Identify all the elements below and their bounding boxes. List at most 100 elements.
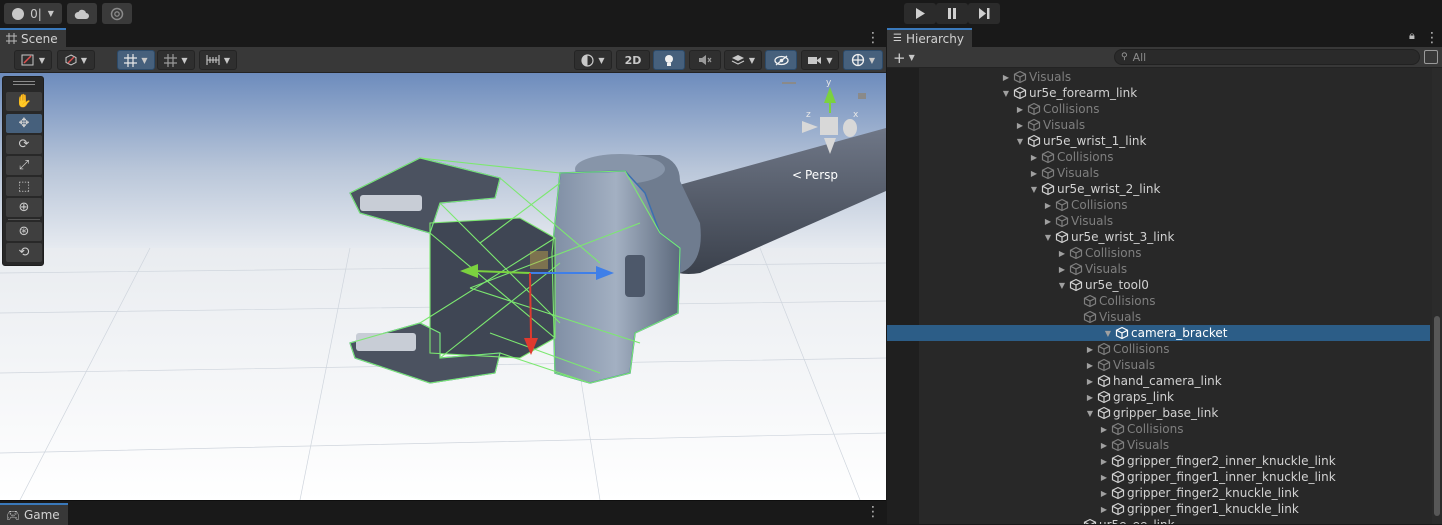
hierarchy-search-input[interactable]: ⚲ All xyxy=(1114,49,1420,65)
cloud-button[interactable] xyxy=(67,3,97,24)
shading-dropdown[interactable]: ▼ xyxy=(57,50,95,70)
hierarchy-row[interactable]: ▶ Visuals xyxy=(919,117,1430,133)
expand-right-icon[interactable]: ▶ xyxy=(1013,105,1027,114)
expand-right-icon[interactable]: ▶ xyxy=(1083,393,1097,402)
hierarchy-row[interactable]: ▶ Collisions xyxy=(919,245,1430,261)
camera-settings-dropdown[interactable]: ▼ xyxy=(801,50,839,70)
expand-right-icon[interactable]: ▶ xyxy=(1027,169,1041,178)
expand-right-icon[interactable]: ▶ xyxy=(1097,473,1111,482)
hierarchy-row[interactable]: ▶ Collisions xyxy=(919,101,1430,117)
expand-right-icon[interactable]: ▶ xyxy=(999,73,1013,82)
scene-viewport[interactable]: y x z Persp < xyxy=(0,73,886,500)
hierarchy-scroll-thumb[interactable] xyxy=(1434,316,1440,516)
move-tool-button[interactable]: ✥ xyxy=(6,114,42,133)
expand-right-icon[interactable]: ▶ xyxy=(1097,457,1111,466)
expand-right-icon[interactable]: ▶ xyxy=(1083,345,1097,354)
hierarchy-row[interactable]: ▼ ur5e_forearm_link xyxy=(919,85,1430,101)
expand-right-icon[interactable]: ▶ xyxy=(1055,249,1069,258)
expand-down-icon[interactable]: ▼ xyxy=(1041,233,1055,242)
hierarchy-row[interactable]: ▼ ur5e_wrist_3_link xyxy=(919,229,1430,245)
expand-down-icon[interactable]: ▼ xyxy=(1027,185,1041,194)
rect-tool-button[interactable]: ⬚ xyxy=(6,177,42,196)
grid-visibility-dropdown[interactable]: ▼ xyxy=(157,50,195,70)
effects-dropdown[interactable]: ▼ xyxy=(724,50,762,70)
hierarchy-row[interactable]: ▼ ur5e_wrist_1_link xyxy=(919,133,1430,149)
hierarchy-row[interactable]: ▶ gripper_finger1_knuckle_link xyxy=(919,501,1430,517)
expand-down-icon[interactable]: ▼ xyxy=(1101,329,1115,338)
hierarchy-row[interactable]: ▼ ur5e_wrist_2_link xyxy=(919,181,1430,197)
lock-icon[interactable]: 🔒︎ xyxy=(1409,30,1415,41)
custom-tool-b-button[interactable]: ⟲ xyxy=(6,243,42,262)
hidden-objects-toggle[interactable] xyxy=(765,50,797,70)
tab-scene[interactable]: Scene xyxy=(0,28,66,47)
hierarchy-row[interactable]: ▶ Visuals xyxy=(919,213,1430,229)
gameobject-cube-icon xyxy=(1083,310,1097,324)
hierarchy-row[interactable]: ▶ Visuals xyxy=(919,165,1430,181)
palette-drag-handle[interactable] xyxy=(13,81,35,85)
expand-right-icon[interactable]: ▶ xyxy=(1083,377,1097,386)
account-dropdown[interactable]: 0| ▼ xyxy=(4,3,62,24)
expand-right-icon[interactable]: ▶ xyxy=(1083,361,1097,370)
hierarchy-row[interactable]: ▶ gripper_finger1_inner_knuckle_link xyxy=(919,469,1430,485)
hierarchy-row[interactable]: ▶ Collisions xyxy=(919,149,1430,165)
hierarchy-row-selected[interactable]: ▼ camera_bracket xyxy=(887,325,1430,341)
hierarchy-row[interactable]: ▼ ur5e_tool0 xyxy=(919,277,1430,293)
lighting-toggle[interactable] xyxy=(653,50,685,70)
expand-right-icon[interactable]: ▶ xyxy=(1027,153,1041,162)
create-button[interactable]: + ▼ xyxy=(893,49,919,67)
hierarchy-menu-icon[interactable]: ⋮ xyxy=(1425,31,1439,45)
play-button[interactable] xyxy=(904,3,936,24)
expand-down-icon[interactable]: ▼ xyxy=(1055,281,1069,290)
rotate-tool-button[interactable]: ⟳ xyxy=(6,135,42,154)
tab-game[interactable]: 🎮︎ Game xyxy=(0,503,68,525)
hand-tool-button[interactable]: ✋ xyxy=(6,92,42,111)
expand-right-icon[interactable]: ▶ xyxy=(1013,121,1027,130)
gizmo-menu-handle[interactable] xyxy=(782,82,796,84)
hierarchy-row[interactable]: ▶ gripper_finger2_inner_knuckle_link xyxy=(919,453,1430,469)
expand-right-icon[interactable]: ▶ xyxy=(1055,265,1069,274)
expand-right-icon[interactable]: ▶ xyxy=(1097,425,1111,434)
hierarchy-row[interactable]: ur5e_ee_link xyxy=(919,517,1430,524)
view-mode-label[interactable]: Persp xyxy=(805,168,838,182)
pause-button[interactable] xyxy=(936,3,968,24)
scene-menu-icon[interactable]: ⋮ xyxy=(866,31,880,45)
hierarchy-row[interactable]: ▶ Visuals xyxy=(919,437,1430,453)
expand-down-icon[interactable]: ▼ xyxy=(1083,409,1097,418)
hierarchy-row[interactable]: ▶ gripper_finger2_knuckle_link xyxy=(919,485,1430,501)
hierarchy-row[interactable]: ▶ Collisions xyxy=(919,421,1430,437)
increment-snap-dropdown[interactable]: ▼ xyxy=(199,50,237,70)
hierarchy-row[interactable]: ▶ Visuals xyxy=(919,69,1430,85)
expand-right-icon[interactable]: ▶ xyxy=(1097,489,1111,498)
hierarchy-row[interactable]: ▶ Collisions xyxy=(919,197,1430,213)
expand-right-icon[interactable]: ▶ xyxy=(1041,217,1055,226)
hierarchy-row[interactable]: Collisions xyxy=(919,293,1430,309)
expand-down-icon[interactable]: ▼ xyxy=(999,89,1013,98)
expand-right-icon[interactable]: ▶ xyxy=(1097,505,1111,514)
hierarchy-scrollbar[interactable] xyxy=(1432,68,1442,524)
hierarchy-row[interactable]: ▶ Collisions xyxy=(919,341,1430,357)
render-mode-dropdown[interactable]: ▼ xyxy=(574,50,612,70)
hierarchy-row[interactable]: ▶ Visuals xyxy=(919,261,1430,277)
expand-right-icon[interactable]: ▶ xyxy=(1097,441,1111,450)
tab-hierarchy[interactable]: ☰ Hierarchy xyxy=(887,28,972,47)
gizmo-lock-icon[interactable] xyxy=(858,93,866,99)
audio-toggle[interactable] xyxy=(689,50,721,70)
step-button[interactable] xyxy=(968,3,1000,24)
hierarchy-row[interactable]: ▶ graps_link xyxy=(919,389,1430,405)
draw-mode-dropdown[interactable]: ▼ xyxy=(14,50,52,70)
hierarchy-options-icon[interactable] xyxy=(1424,50,1438,64)
grid-snap-toggle[interactable]: ▼ xyxy=(117,50,155,70)
custom-tool-a-button[interactable]: ⊛ xyxy=(6,222,42,241)
hierarchy-row[interactable]: ▼ gripper_base_link xyxy=(919,405,1430,421)
expand-down-icon[interactable]: ▼ xyxy=(1013,137,1027,146)
gizmos-dropdown[interactable]: ▼ xyxy=(843,50,883,70)
expand-right-icon[interactable]: ▶ xyxy=(1041,201,1055,210)
hierarchy-row[interactable]: ▶ hand_camera_link xyxy=(919,373,1430,389)
hierarchy-row[interactable]: ▶ Visuals xyxy=(919,357,1430,373)
game-menu-icon[interactable]: ⋮ xyxy=(866,505,880,519)
scale-tool-button[interactable]: ⤢ xyxy=(6,156,42,175)
hierarchy-row[interactable]: Visuals xyxy=(919,309,1430,325)
mode-2d-button[interactable]: 2D xyxy=(616,50,650,70)
collab-button[interactable] xyxy=(102,3,132,24)
transform-tool-button[interactable]: ⊕ xyxy=(6,198,42,217)
